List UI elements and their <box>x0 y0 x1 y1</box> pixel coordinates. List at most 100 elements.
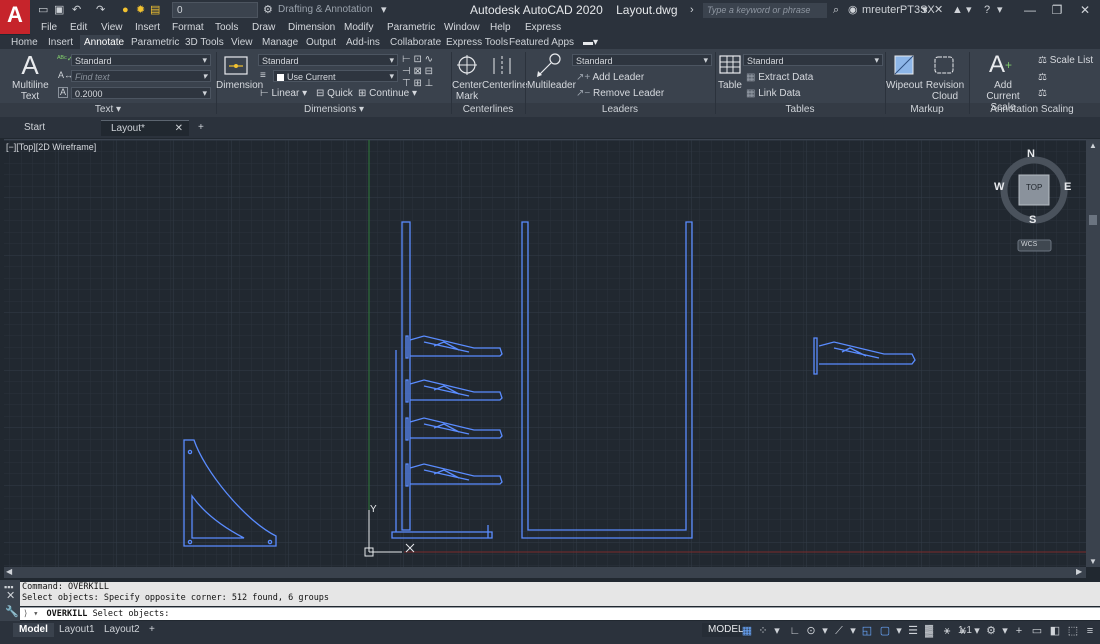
user-dropdown-icon[interactable]: ▾ <box>922 3 928 18</box>
multiline-text-icon[interactable]: A <box>17 52 43 78</box>
save-icon[interactable]: ▣ <box>54 3 64 18</box>
annotation-monitor-icon[interactable]: + <box>1012 624 1026 638</box>
dim-tool-icon-9[interactable]: ⊥ <box>425 78 434 89</box>
command-input[interactable]: ⟩ ▾ OVERKILL Select objects: <box>20 607 1100 620</box>
table-icon[interactable] <box>718 53 742 77</box>
layer-on-icon[interactable]: ● <box>122 3 129 18</box>
application-menu-button[interactable]: A <box>0 0 30 34</box>
text-height-dropdown[interactable]: 0.2000 <box>71 87 211 99</box>
dim-tool-icon-7[interactable]: ⊤ <box>402 78 411 89</box>
polar-icon[interactable]: ⊙ <box>804 624 818 638</box>
close-tab-icon[interactable]: ✕ <box>175 121 183 137</box>
multileader-style-dropdown[interactable]: Standard <box>572 54 712 66</box>
vertical-scroll-thumb[interactable] <box>1089 215 1097 225</box>
new-tab-icon[interactable]: + <box>192 120 212 136</box>
customize-wrench-icon[interactable]: 🔧 <box>5 605 19 618</box>
revision-cloud-icon[interactable] <box>932 53 956 77</box>
tab-output[interactable]: Output <box>306 36 336 49</box>
object-snap-tracking-icon[interactable]: ◱ <box>860 624 874 638</box>
center-mark-icon[interactable] <box>455 54 479 78</box>
revision-cloud-button[interactable]: Revision Cloud <box>925 80 965 102</box>
tab-3d-tools[interactable]: 3D Tools <box>185 36 224 49</box>
layout1-tab[interactable]: Layout1 <box>53 623 101 637</box>
panel-title-annotation-scaling[interactable]: Annotation Scaling <box>969 104 1095 116</box>
scroll-up-icon[interactable]: ▲ <box>1089 141 1097 150</box>
help-dropdown-icon[interactable]: ▾ <box>997 3 1003 18</box>
tab-express-tools[interactable]: Express Tools <box>446 36 508 49</box>
scroll-right-icon[interactable]: ▶ <box>1076 567 1082 576</box>
extract-data-button[interactable]: ▦ Extract Data <box>746 72 813 83</box>
lineweight-icon[interactable]: ☰ <box>906 624 920 638</box>
wcs-label[interactable]: WCS <box>1021 241 1037 248</box>
panel-title-leaders[interactable]: Leaders <box>525 104 715 116</box>
layer-freeze-icon[interactable]: ✹ <box>136 3 145 18</box>
dim-tool-icon-1[interactable]: ⊢ <box>402 54 411 65</box>
redo-icon[interactable]: ↷ <box>96 3 105 18</box>
workspace-dropdown-icon[interactable]: ▾ <box>998 624 1012 638</box>
menu-modify[interactable]: Modify <box>344 21 373 35</box>
scroll-left-icon[interactable]: ◀ <box>6 567 12 576</box>
tab-parametric[interactable]: Parametric <box>131 36 179 49</box>
tab-manage[interactable]: Manage <box>262 36 298 49</box>
centerline-button[interactable]: Centerline <box>482 80 528 91</box>
units-icon[interactable]: ▭ <box>1030 624 1044 638</box>
ribbon-toggle-icon[interactable]: ▬▾ <box>583 36 598 49</box>
panel-title-text[interactable]: Text ▾ <box>0 104 216 116</box>
workspace-gear-icon[interactable]: ⚙ <box>263 3 273 18</box>
link-data-button[interactable]: ▦ Link Data <box>746 88 800 99</box>
user-icon[interactable]: ◉ <box>848 3 858 18</box>
find-text-input[interactable]: Find text <box>71 70 211 82</box>
menu-edit[interactable]: Edit <box>70 21 87 35</box>
command-recent-icon[interactable]: ⟩ ▾ <box>20 609 41 619</box>
menu-parametric[interactable]: Parametric <box>387 21 435 35</box>
tab-home[interactable]: Home <box>11 36 38 49</box>
add-layout-icon[interactable]: + <box>143 623 161 637</box>
table-button[interactable]: Table <box>716 80 744 91</box>
wipeout-button[interactable]: Wipeout <box>886 80 923 91</box>
object-snap-dropdown-icon[interactable]: ▾ <box>892 624 906 638</box>
object-snap-icon[interactable]: ▢ <box>878 624 892 638</box>
panel-title-tables[interactable]: Tables <box>715 104 885 116</box>
remove-scale-icon[interactable]: ⚖ <box>1038 88 1047 99</box>
dim-tool-icon-8[interactable]: ⊞ <box>414 78 422 89</box>
doc-tab-start[interactable]: Start <box>14 120 100 136</box>
menu-tools[interactable]: Tools <box>215 21 238 35</box>
search-binoculars-icon[interactable]: ⌕ <box>833 3 839 18</box>
workspace-switch-icon[interactable]: ⚙ <box>984 624 998 638</box>
menu-view[interactable]: View <box>101 21 123 35</box>
horizontal-scrollbar[interactable]: ◀ ▶ <box>4 567 1086 578</box>
menu-window[interactable]: Window <box>444 21 480 35</box>
menu-file[interactable]: File <box>41 21 57 35</box>
compass-east[interactable]: E <box>1064 181 1071 193</box>
help-icon[interactable]: ? <box>984 3 990 18</box>
viewcube-top-label[interactable]: TOP <box>1026 183 1042 192</box>
quick-dim-button[interactable]: ⊟ Quick <box>316 88 353 99</box>
polar-dropdown-icon[interactable]: ▾ <box>818 624 832 638</box>
isodraft-dropdown-icon[interactable]: ▾ <box>846 624 860 638</box>
tab-featured-apps[interactable]: Featured Apps <box>509 36 574 49</box>
customize-qat-icon[interactable]: ▾ <box>381 3 387 18</box>
center-mark-button[interactable]: Center Mark <box>451 80 483 102</box>
scale-list-button[interactable]: ⚖ Scale List <box>1038 55 1093 66</box>
a360-icon[interactable]: ▲ <box>952 3 963 18</box>
command-line-handle[interactable]: ▪▪▪ ✕ 🔧 <box>0 580 20 621</box>
dimension-layer-dropdown[interactable]: Use Current <box>273 70 398 82</box>
dim-tool-icon-3[interactable]: ∿ <box>425 54 433 65</box>
isolate-objects-icon[interactable]: ◧ <box>1048 624 1062 638</box>
multileader-button[interactable]: Multileader <box>527 80 576 91</box>
add-leader-button[interactable]: ↗+ Add Leader <box>576 72 644 83</box>
new-icon[interactable]: ▭ <box>38 3 48 18</box>
tab-add-ins[interactable]: Add-ins <box>346 36 380 49</box>
customization-icon[interactable]: ≡ <box>1083 624 1097 638</box>
dimension-icon[interactable] <box>223 54 249 78</box>
layer-dropdown[interactable]: 0 <box>172 2 258 18</box>
transparency-icon[interactable]: ▓ <box>922 624 936 638</box>
search-arrow-icon[interactable]: › <box>690 3 694 18</box>
tab-insert[interactable]: Insert <box>48 36 73 49</box>
isodraft-icon[interactable]: ⟋ <box>832 624 846 638</box>
tab-annotate[interactable]: Annotate <box>84 36 124 49</box>
workspace-switcher[interactable]: Drafting & Annotation <box>274 2 378 18</box>
compass-south[interactable]: S <box>1029 214 1036 226</box>
layer-lock-icon[interactable]: ▤ <box>150 3 160 18</box>
menu-dimension[interactable]: Dimension <box>288 21 335 35</box>
